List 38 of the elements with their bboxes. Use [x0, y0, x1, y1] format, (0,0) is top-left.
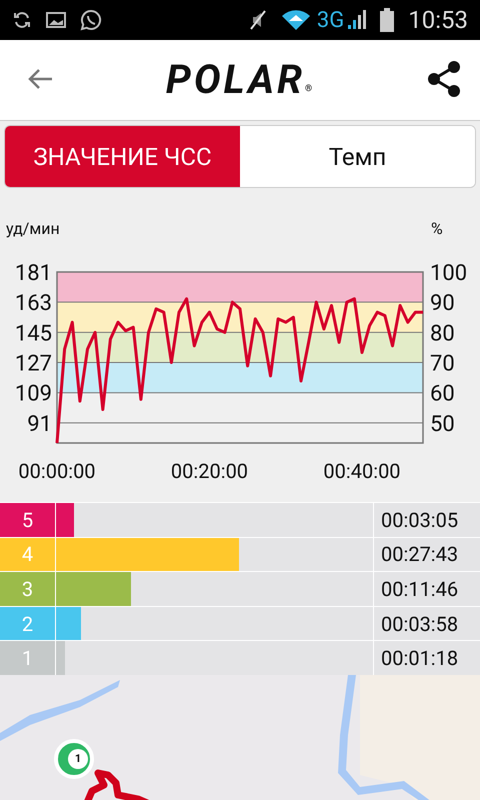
- tick-label: 127: [14, 352, 52, 377]
- tick-label: 00:20:00: [170, 459, 248, 483]
- battery-icon: [380, 8, 394, 32]
- tick-label: 80: [430, 321, 455, 346]
- tick-label: 181: [14, 261, 52, 286]
- tab[interactable]: ЗНАЧЕНИЕ ЧСС: [5, 126, 240, 187]
- chat-icon: [80, 9, 102, 31]
- zone-number: 4: [20, 541, 34, 568]
- clock: 10:53: [408, 6, 468, 34]
- image-icon: [46, 11, 66, 29]
- tick-label: 91: [27, 412, 52, 437]
- axis-unit: %: [431, 219, 443, 238]
- zone-number: 5: [20, 506, 34, 534]
- tick-label: 70: [430, 351, 455, 376]
- zone-time: 00:03:05: [373, 503, 480, 537]
- sync-icon: [12, 10, 32, 30]
- tick-label: 00:00:00: [18, 459, 96, 483]
- network-type: 3G: [316, 8, 344, 32]
- zone-number: 2: [20, 610, 34, 638]
- zone-time: 00:03:58: [373, 606, 480, 640]
- tick-label: 60: [430, 382, 455, 407]
- wifi-icon: [280, 9, 311, 31]
- tick-label: 145: [14, 321, 52, 346]
- zone-number: 3: [20, 576, 34, 603]
- tick-label: 00:40:00: [323, 459, 401, 483]
- tick-label: 90: [430, 291, 455, 316]
- logo: POLAR: [166, 60, 305, 100]
- mute-icon: [248, 9, 267, 31]
- zone-time: 00:11:46: [373, 572, 480, 606]
- tick-label: 163: [14, 291, 52, 316]
- tick-label: 100: [430, 261, 468, 286]
- tick-label: 50: [430, 412, 455, 437]
- signal-icon: [346, 9, 366, 31]
- zone-number: 1: [20, 645, 34, 672]
- trademark-sign: ®: [305, 84, 312, 94]
- tick-label: 109: [14, 382, 52, 407]
- axis-unit: уд/мин: [6, 219, 60, 238]
- zone-time: 00:27:43: [373, 538, 480, 572]
